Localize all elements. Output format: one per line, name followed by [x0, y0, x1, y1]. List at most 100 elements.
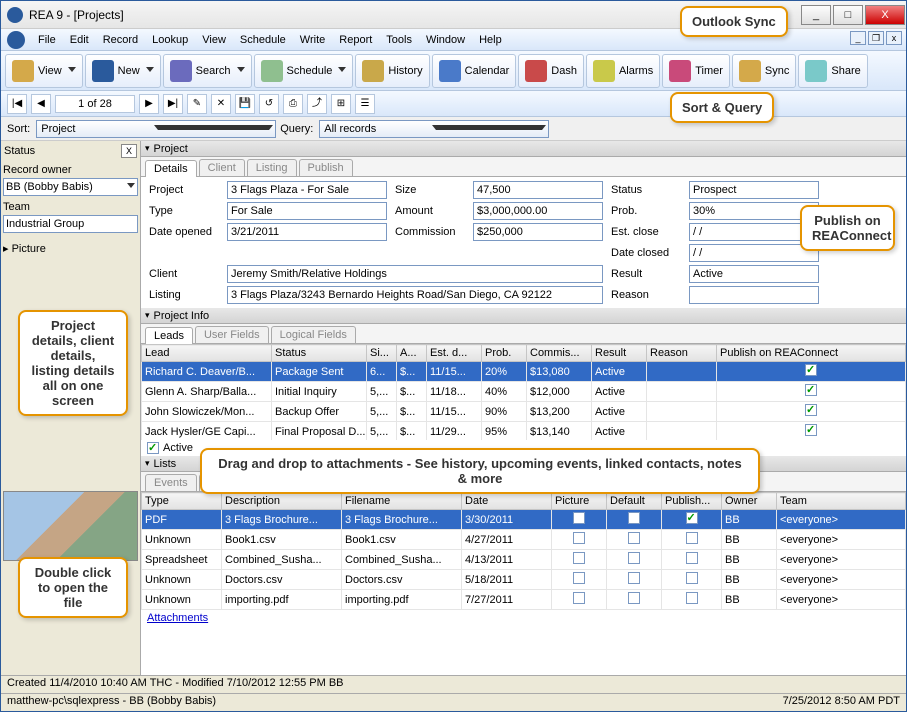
attachment-row[interactable]: UnknownBook1.csvBook1.csv4/27/2011BB<eve…: [142, 530, 906, 550]
attachments-grid[interactable]: TypeDescriptionFilenameDatePictureDefaul…: [141, 492, 906, 610]
nav-tool-5[interactable]: ⎙: [283, 94, 303, 114]
grid-checkbox[interactable]: [573, 592, 585, 604]
mdi-restore-button[interactable]: ❐: [868, 31, 884, 45]
att-col-header[interactable]: Picture: [552, 493, 607, 510]
att-col-header[interactable]: Default: [607, 493, 662, 510]
attachment-row[interactable]: SpreadsheetCombined_Susha...Combined_Sus…: [142, 550, 906, 570]
tab-details[interactable]: Details: [145, 160, 197, 177]
leads-col-header[interactable]: Result: [592, 345, 647, 362]
leads-col-header[interactable]: Lead: [142, 345, 272, 362]
att-col-header[interactable]: Filename: [342, 493, 462, 510]
fld-result[interactable]: Active: [689, 265, 819, 283]
fld-dateclosed[interactable]: / /: [689, 244, 819, 262]
nav-tool-8[interactable]: ☰: [355, 94, 375, 114]
sort-combo[interactable]: Project: [36, 120, 276, 138]
menu-schedule[interactable]: Schedule: [233, 34, 293, 46]
maximize-button[interactable]: □: [833, 5, 863, 25]
attachment-row[interactable]: Unknownimporting.pdfimporting.pdf7/27/20…: [142, 590, 906, 610]
nav-tool-7[interactable]: ⊞: [331, 94, 351, 114]
active-checkbox[interactable]: [147, 442, 159, 454]
grid-checkbox[interactable]: [686, 572, 698, 584]
view-button[interactable]: View: [5, 54, 83, 88]
owner-combo[interactable]: BB (Bobby Babis): [3, 178, 138, 196]
schedule-button[interactable]: Schedule: [254, 54, 354, 88]
leads-col-header[interactable]: Prob.: [482, 345, 527, 362]
leads-col-header[interactable]: Est. d...: [427, 345, 482, 362]
nav-tool-3[interactable]: 💾: [235, 94, 255, 114]
leads-row[interactable]: Glenn A. Sharp/Balla...Initial Inquiry5,…: [142, 382, 906, 402]
nav-next-button[interactable]: ▶: [139, 94, 159, 114]
grid-checkbox[interactable]: [573, 512, 585, 524]
fld-amount[interactable]: $3,000,000.00: [473, 202, 603, 220]
grid-checkbox[interactable]: [628, 552, 640, 564]
menu-view[interactable]: View: [195, 34, 233, 46]
menu-tools[interactable]: Tools: [379, 34, 419, 46]
attachments-link[interactable]: Attachments: [141, 610, 906, 626]
fld-size[interactable]: 47,500: [473, 181, 603, 199]
grid-checkbox[interactable]: [573, 572, 585, 584]
leads-col-header[interactable]: A...: [397, 345, 427, 362]
close-button[interactable]: X: [865, 5, 905, 25]
fld-commission[interactable]: $250,000: [473, 223, 603, 241]
leads-row[interactable]: Richard C. Deaver/B...Package Sent6...$.…: [142, 362, 906, 382]
fld-client[interactable]: Jeremy Smith/Relative Holdings: [227, 265, 603, 283]
tab-publish[interactable]: Publish: [299, 159, 353, 176]
sync-button[interactable]: Sync: [732, 54, 796, 88]
alarms-button[interactable]: Alarms: [586, 54, 660, 88]
mdi-close-button[interactable]: x: [886, 31, 902, 45]
publish-checkbox[interactable]: [805, 424, 817, 436]
attachment-row[interactable]: UnknownDoctors.csvDoctors.csv5/18/2011BB…: [142, 570, 906, 590]
query-combo[interactable]: All records: [319, 120, 549, 138]
grid-checkbox[interactable]: [686, 592, 698, 604]
minimize-button[interactable]: _: [801, 5, 831, 25]
leads-row[interactable]: Jack Hysler/GE Capi...Final Proposal D..…: [142, 422, 906, 441]
menu-window[interactable]: Window: [419, 34, 472, 46]
grid-checkbox[interactable]: [573, 552, 585, 564]
grid-checkbox[interactable]: [628, 532, 640, 544]
menu-lookup[interactable]: Lookup: [145, 34, 195, 46]
menu-record[interactable]: Record: [96, 34, 145, 46]
projectinfo-section-header[interactable]: ▾Project Info: [141, 308, 906, 324]
nav-position[interactable]: 1 of 28: [55, 95, 135, 113]
new-button[interactable]: New: [85, 54, 161, 88]
history-button[interactable]: History: [355, 54, 429, 88]
leads-col-header[interactable]: Commis...: [527, 345, 592, 362]
att-col-header[interactable]: Owner: [722, 493, 777, 510]
fld-listing[interactable]: 3 Flags Plaza/3243 Bernardo Heights Road…: [227, 286, 603, 304]
nav-tool-1[interactable]: ✎: [187, 94, 207, 114]
nav-tool-2[interactable]: ✕: [211, 94, 231, 114]
menu-edit[interactable]: Edit: [63, 34, 96, 46]
fld-reason[interactable]: [689, 286, 819, 304]
leads-col-header[interactable]: Publish on REAConnect: [717, 345, 906, 362]
dash-button[interactable]: Dash: [518, 54, 584, 88]
sidebar-close-button[interactable]: X: [121, 144, 137, 158]
search-button[interactable]: Search: [163, 54, 252, 88]
att-col-header[interactable]: Publish...: [662, 493, 722, 510]
menu-report[interactable]: Report: [332, 34, 379, 46]
publish-checkbox[interactable]: [805, 404, 817, 416]
grid-checkbox[interactable]: [573, 532, 585, 544]
property-picture[interactable]: [3, 491, 138, 561]
att-col-header[interactable]: Description: [222, 493, 342, 510]
grid-checkbox[interactable]: [628, 512, 640, 524]
grid-checkbox[interactable]: [686, 552, 698, 564]
menu-help[interactable]: Help: [472, 34, 509, 46]
grid-checkbox[interactable]: [686, 512, 698, 524]
nav-first-button[interactable]: |◀: [7, 94, 27, 114]
fld-project[interactable]: 3 Flags Plaza - For Sale: [227, 181, 387, 199]
publish-checkbox[interactable]: [805, 384, 817, 396]
tab-events[interactable]: Events: [145, 474, 197, 491]
grid-checkbox[interactable]: [628, 592, 640, 604]
attachment-row[interactable]: PDF3 Flags Brochure...3 Flags Brochure..…: [142, 510, 906, 530]
menu-file[interactable]: File: [31, 34, 63, 46]
att-col-header[interactable]: Date: [462, 493, 552, 510]
leads-row[interactable]: John Slowiczek/Mon...Backup Offer5,...$.…: [142, 402, 906, 422]
calendar-button[interactable]: Calendar: [432, 54, 517, 88]
share-button[interactable]: Share: [798, 54, 867, 88]
att-col-header[interactable]: Type: [142, 493, 222, 510]
att-col-header[interactable]: Team: [777, 493, 906, 510]
nav-tool-4[interactable]: ↺: [259, 94, 279, 114]
publish-checkbox[interactable]: [805, 364, 817, 376]
nav-last-button[interactable]: ▶|: [163, 94, 183, 114]
mdi-minimize-button[interactable]: _: [850, 31, 866, 45]
